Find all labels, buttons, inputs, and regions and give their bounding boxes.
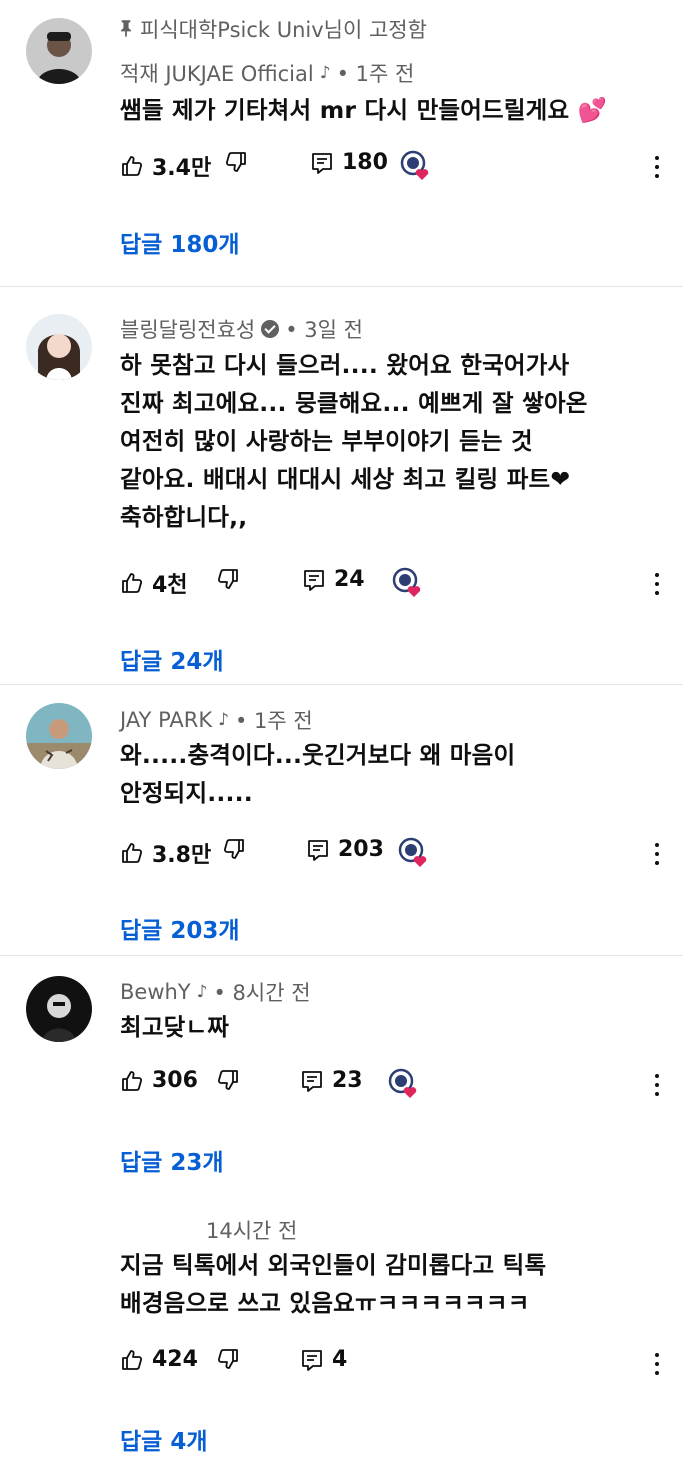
- replies-toggle[interactable]: 답글 4개: [120, 1422, 208, 1456]
- author-name[interactable]: 블링달링전효성: [120, 314, 255, 344]
- thumbs-down-icon: [224, 150, 248, 174]
- comment-text: 하 못참고 다시 들으러.... 왔어요 한국어가사 진짜 최고에요... 뭉클…: [120, 351, 588, 531]
- dislike-button[interactable]: [216, 567, 240, 591]
- replies-toggle[interactable]: 답글 203개: [120, 911, 240, 945]
- music-note-icon: ♪: [196, 982, 208, 1002]
- reply-button[interactable]: 180: [310, 150, 388, 175]
- dislike-button[interactable]: [224, 150, 248, 174]
- more-options-button[interactable]: [650, 1350, 664, 1376]
- author-name[interactable]: BewhY: [120, 980, 191, 1004]
- comment-meta: 적재 JUKJAE Official ♪ • 1주 전: [120, 58, 414, 88]
- avatar[interactable]: [26, 314, 92, 380]
- like-button[interactable]: 4천: [120, 567, 188, 599]
- creator-heart-icon: [400, 150, 432, 180]
- reply-icon: [300, 1348, 324, 1372]
- reply-icon: [302, 568, 326, 592]
- reply-icon: [306, 838, 330, 862]
- thumbs-down-icon: [216, 1347, 240, 1371]
- reply-count: 203: [338, 837, 384, 862]
- like-button[interactable]: 424: [120, 1347, 198, 1372]
- music-note-icon: ♪: [319, 63, 331, 83]
- avatar[interactable]: [26, 18, 92, 84]
- thumbs-up-icon: [120, 1348, 144, 1372]
- comment-time[interactable]: • 1주 전: [337, 58, 415, 88]
- comment-meta: 14시간 전: [200, 1215, 297, 1245]
- like-count: 3.8만: [152, 843, 212, 868]
- comment-time[interactable]: • 8시간 전: [214, 977, 311, 1007]
- comment-text: 쌤들 제가 기타쳐서 mr 다시 만들어드릴게요 💕: [120, 96, 608, 124]
- comment-text: 지금 틱톡에서 외국인들이 감미롭다고 틱톡 배경음으로 쓰고 있음요ㅠㅋㅋㅋㅋ…: [120, 1251, 547, 1317]
- more-options-button[interactable]: [650, 570, 664, 596]
- replies-toggle[interactable]: 답글 180개: [120, 225, 240, 259]
- thumbs-down-icon: [222, 837, 246, 861]
- thumbs-up-icon: [120, 1069, 144, 1093]
- replies-toggle[interactable]: 답글 23개: [120, 1143, 224, 1177]
- divider: [0, 955, 683, 956]
- comment-time[interactable]: • 1주 전: [235, 705, 313, 735]
- pin-icon: [120, 18, 134, 42]
- verified-icon: [261, 320, 280, 338]
- dislike-button[interactable]: [216, 1068, 240, 1092]
- replies-toggle[interactable]: 답글 24개: [120, 642, 224, 676]
- thumbs-down-icon: [216, 567, 240, 591]
- reply-count: 24: [334, 567, 365, 592]
- creator-heart-icon: [392, 567, 424, 597]
- more-options-button[interactable]: [650, 153, 664, 179]
- avatar[interactable]: [26, 976, 92, 1042]
- comment-meta: 블링달링전효성 • 3일 전: [120, 314, 363, 344]
- author-name[interactable]: 적재 JUKJAE Official: [120, 58, 314, 88]
- reply-button[interactable]: 203: [306, 837, 384, 862]
- pinned-label: 피식대학Psick Univ님이 고정함: [120, 14, 427, 44]
- divider: [0, 684, 683, 685]
- reply-icon: [310, 151, 334, 175]
- reply-button[interactable]: 23: [300, 1068, 363, 1093]
- like-count: 3.4만: [152, 156, 212, 181]
- like-count: 306: [152, 1068, 198, 1093]
- creator-heart-icon: [398, 837, 430, 867]
- reply-count: 180: [342, 150, 388, 175]
- reply-button[interactable]: 24: [302, 567, 365, 592]
- more-options-button[interactable]: [650, 840, 664, 866]
- dislike-button[interactable]: [216, 1347, 240, 1371]
- thumbs-up-icon: [120, 154, 144, 178]
- thumbs-up-icon: [120, 841, 144, 865]
- music-note-icon: ♪: [218, 710, 229, 730]
- avatar[interactable]: [26, 703, 92, 769]
- reply-count: 23: [332, 1068, 363, 1093]
- comment-time[interactable]: 14시간 전: [206, 1215, 297, 1245]
- like-count: 4천: [152, 573, 188, 598]
- divider: [0, 286, 683, 287]
- reply-icon: [300, 1069, 324, 1093]
- comment-meta: JAY PARK ♪ • 1주 전: [120, 705, 313, 735]
- comment-meta: BewhY ♪ • 8시간 전: [120, 977, 311, 1007]
- dislike-button[interactable]: [222, 837, 246, 861]
- thumbs-up-icon: [120, 571, 144, 595]
- more-options-button[interactable]: [650, 1071, 664, 1097]
- comment-text: 와.....충격이다...웃긴거보다 왜 마음이 안정되지.....: [120, 741, 516, 807]
- reply-count: 4: [332, 1347, 348, 1372]
- like-button[interactable]: 306: [120, 1068, 198, 1093]
- like-button[interactable]: 3.4만: [120, 150, 211, 182]
- thumbs-down-icon: [216, 1068, 240, 1092]
- reply-button[interactable]: 4: [300, 1347, 347, 1372]
- comment-text: 최고닺ㄴ짜: [120, 1013, 230, 1041]
- author-name[interactable]: JAY PARK: [120, 708, 212, 732]
- like-button[interactable]: 3.8만: [120, 837, 211, 869]
- like-count: 424: [152, 1347, 198, 1372]
- creator-heart-icon: [388, 1068, 420, 1098]
- comment-time[interactable]: • 3일 전: [285, 314, 363, 344]
